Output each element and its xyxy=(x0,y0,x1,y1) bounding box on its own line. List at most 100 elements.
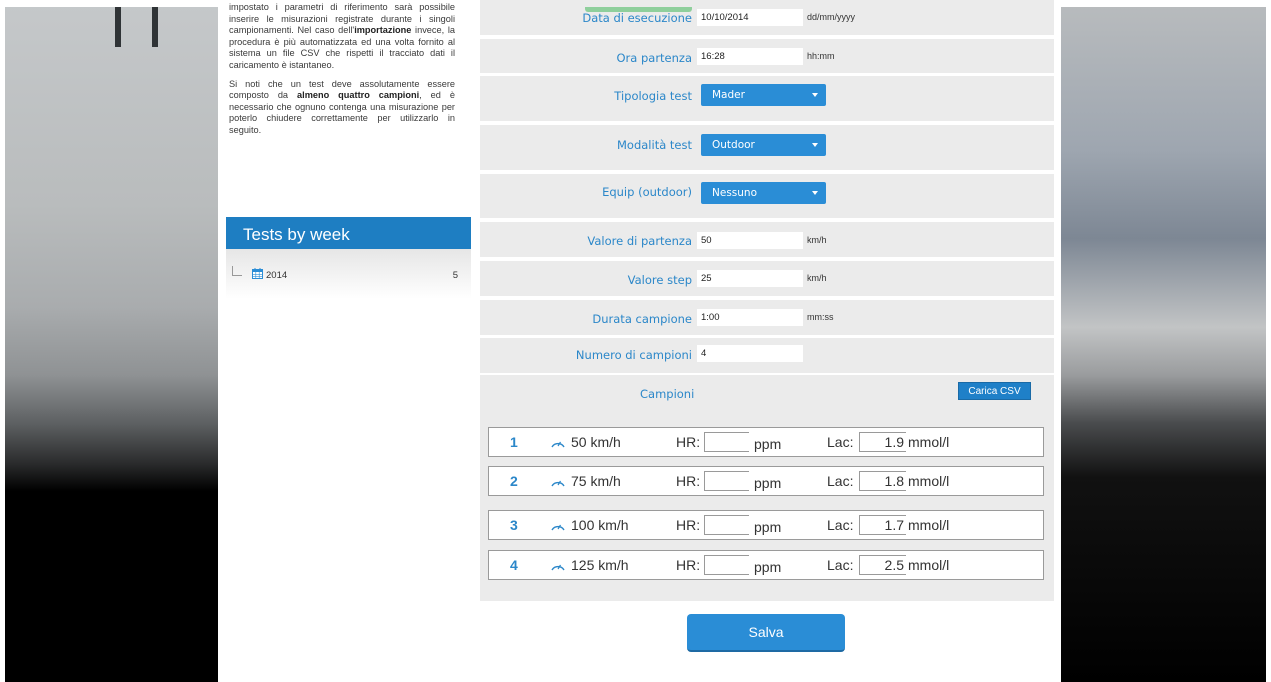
field-unit: km/h xyxy=(807,273,827,283)
lac-unit: mmol/l xyxy=(908,473,950,489)
field-unit: dd/mm/yyyy xyxy=(807,12,856,22)
field-label: Tipologia test xyxy=(614,89,692,103)
tree-year-label: 2014 xyxy=(266,270,288,281)
background-left xyxy=(0,0,218,682)
chevron-down-icon xyxy=(812,191,818,195)
hr-label: HR: xyxy=(676,557,701,573)
field-row-ora-partenza: Ora partenza 16:28 hh:mm xyxy=(480,39,1054,73)
lac-input[interactable]: 1.7 xyxy=(859,515,906,535)
samples-title: Campioni xyxy=(640,387,695,401)
speedometer-icon xyxy=(551,564,565,571)
start-value-input[interactable]: 50 xyxy=(697,232,803,249)
field-row-modalita: Modalità test Outdoor xyxy=(480,125,1054,170)
speedometer-icon xyxy=(551,480,565,487)
tree-item-2014[interactable]: 2014 5 xyxy=(232,266,462,282)
sample-speed: 75 km/h xyxy=(571,473,621,489)
field-row-valore-step: Valore step 25 km/h xyxy=(480,261,1054,296)
tree-count: 5 xyxy=(452,270,458,281)
hr-input[interactable] xyxy=(704,555,749,575)
window-frame xyxy=(1266,0,1271,682)
field-label: Data di esecuzione xyxy=(582,11,692,25)
sample-number: 3 xyxy=(510,517,518,533)
speedometer-icon xyxy=(551,524,565,531)
field-label: Durata campione xyxy=(592,312,692,326)
ppm-unit: ppm xyxy=(754,436,782,452)
speedometer-icon xyxy=(551,441,565,448)
select-value: Nessuno xyxy=(712,187,757,199)
field-unit: hh:mm xyxy=(807,51,835,61)
field-label: Equip (outdoor) xyxy=(602,185,692,199)
sample-number: 1 xyxy=(510,434,518,450)
intro-bold: almeno quattro campioni xyxy=(297,90,420,101)
select-value: Outdoor xyxy=(712,139,755,151)
lac-unit: mmol/l xyxy=(908,517,950,533)
field-label: Ora partenza xyxy=(616,51,692,65)
sample-row: 4 125 km/h HR: ppm Lac: 2.5 mmol/l xyxy=(488,550,1044,580)
sample-speed: 100 km/h xyxy=(571,517,629,533)
sample-speed: 125 km/h xyxy=(571,557,629,573)
sample-row: 1 50 km/h HR: ppm Lac: 1.9 mmol/l xyxy=(488,427,1044,457)
hr-label: HR: xyxy=(676,517,701,533)
calendar-icon xyxy=(252,268,263,279)
tipologia-select[interactable]: Mader xyxy=(701,84,826,106)
equip-select[interactable]: Nessuno xyxy=(701,182,826,204)
ppm-unit: ppm xyxy=(754,519,782,535)
hr-input[interactable] xyxy=(704,471,749,491)
field-row-tipologia: Tipologia test Mader xyxy=(480,76,1054,121)
window-frame xyxy=(0,0,5,682)
samples-panel: Campioni Carica CSV 1 50 km/h HR: ppm La… xyxy=(480,375,1054,601)
intro-bold: importazione xyxy=(354,25,412,36)
chevron-down-icon xyxy=(812,143,818,147)
field-row-numero-campioni: Numero di campioni 4 xyxy=(480,338,1054,373)
lac-unit: mmol/l xyxy=(908,434,950,450)
sample-number: 4 xyxy=(510,557,518,573)
modalita-select[interactable]: Outdoor xyxy=(701,134,826,156)
ppm-unit: ppm xyxy=(754,475,782,491)
ppm-unit: ppm xyxy=(754,559,782,575)
lac-unit: mmol/l xyxy=(908,557,950,573)
left-column: impostato i parametri di riferimento sar… xyxy=(218,0,471,682)
hr-label: HR: xyxy=(676,473,701,489)
field-row-equip: Equip (outdoor) Nessuno xyxy=(480,174,1054,218)
field-row-data-esecuzione: Data di esecuzione 10/10/2014 dd/mm/yyyy xyxy=(480,0,1054,35)
chevron-down-icon xyxy=(812,93,818,97)
lac-label: Lac: xyxy=(827,473,854,489)
load-csv-button[interactable]: Carica CSV xyxy=(958,382,1031,400)
step-value-input[interactable]: 25 xyxy=(697,270,803,287)
background-decoration xyxy=(115,7,121,47)
hr-input[interactable] xyxy=(704,515,749,535)
field-label: Modalità test xyxy=(617,138,692,152)
date-input[interactable]: 10/10/2014 xyxy=(697,9,803,26)
lac-label: Lac: xyxy=(827,557,854,573)
field-label: Valore step xyxy=(627,273,692,287)
field-label: Valore di partenza xyxy=(587,234,692,248)
field-unit: mm:ss xyxy=(807,312,834,322)
hr-input[interactable] xyxy=(704,432,749,452)
lac-label: Lac: xyxy=(827,434,854,450)
intro-text: impostato i parametri di riferimento sar… xyxy=(229,2,455,144)
field-row-valore-partenza: Valore di partenza 50 km/h xyxy=(480,222,1054,257)
field-row-durata: Durata campione 1:00 mm:ss xyxy=(480,300,1054,335)
lac-label: Lac: xyxy=(827,517,854,533)
sample-count-input[interactable]: 4 xyxy=(697,345,803,362)
lac-input[interactable]: 1.8 xyxy=(859,471,906,491)
background-right xyxy=(1061,0,1271,682)
hr-label: HR: xyxy=(676,434,701,450)
field-unit: km/h xyxy=(807,235,827,245)
tree-connector xyxy=(232,266,242,276)
save-button[interactable]: Salva xyxy=(687,614,845,652)
intro-paragraph: Si noti che un test deve assolutamente e… xyxy=(229,79,455,137)
time-input[interactable]: 16:28 xyxy=(697,48,803,65)
lac-input[interactable]: 1.9 xyxy=(859,432,906,452)
sample-number: 2 xyxy=(510,473,518,489)
intro-paragraph: impostato i parametri di riferimento sar… xyxy=(229,2,455,72)
background-decoration xyxy=(152,7,158,47)
select-value: Mader xyxy=(712,89,745,101)
sample-row: 2 75 km/h HR: ppm Lac: 1.8 mmol/l xyxy=(488,466,1044,496)
field-label: Numero di campioni xyxy=(575,348,692,362)
sample-speed: 50 km/h xyxy=(571,434,621,450)
tests-by-week-header: Tests by week xyxy=(226,217,471,249)
duration-input[interactable]: 1:00 xyxy=(697,309,803,326)
lac-input[interactable]: 2.5 xyxy=(859,555,906,575)
sample-row: 3 100 km/h HR: ppm Lac: 1.7 mmol/l xyxy=(488,510,1044,540)
